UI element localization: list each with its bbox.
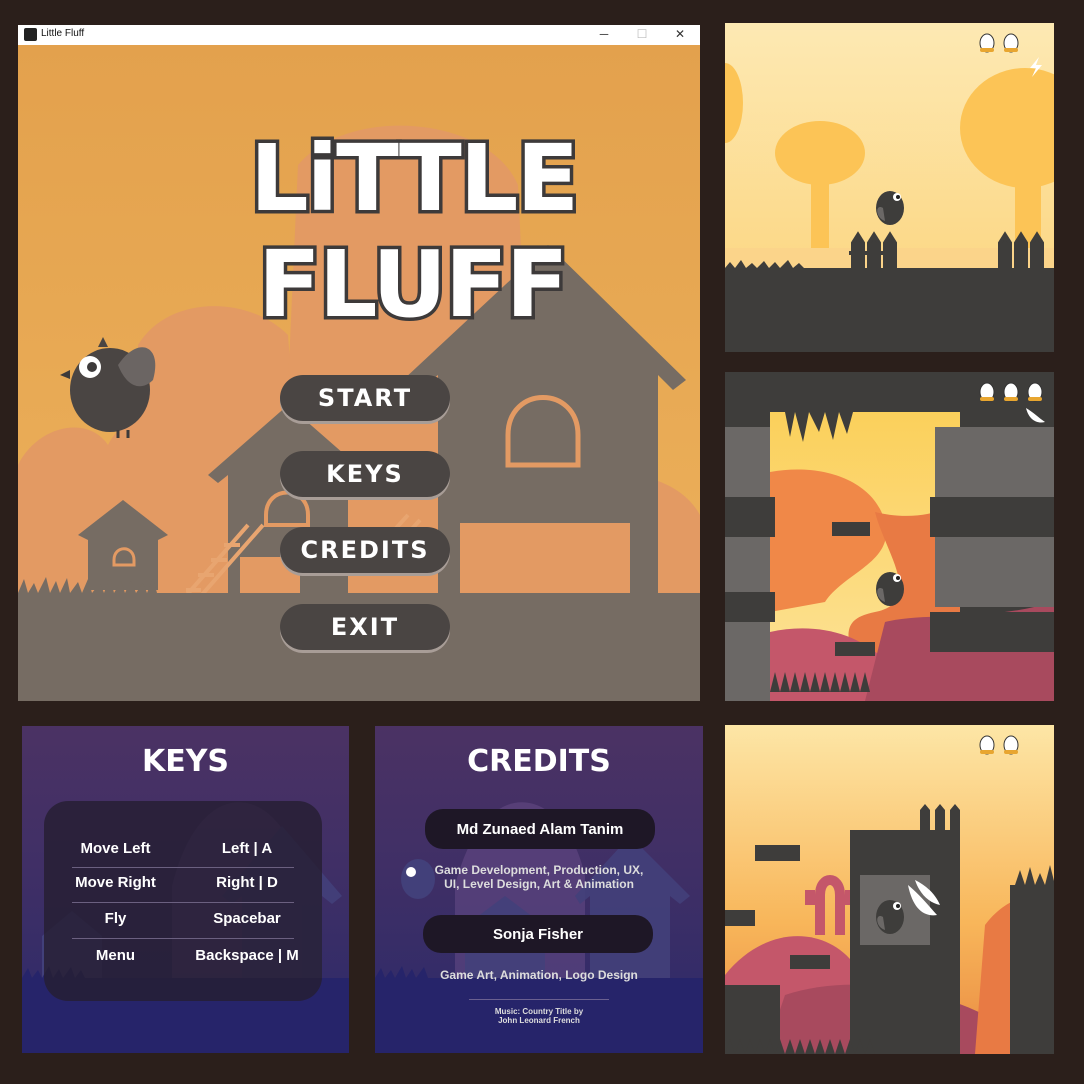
level-screenshot-3 <box>725 725 1054 1054</box>
wing-icon <box>1023 404 1047 426</box>
music-credit-line2: John Leonard French <box>498 1016 580 1025</box>
credit-role-1a: Game Development, Production, UX, <box>434 863 644 877</box>
level-screenshot-2 <box>725 372 1054 701</box>
credits-button[interactable]: CREDITS <box>280 527 450 573</box>
game-logo-line1: LiTTLE <box>246 122 582 236</box>
key-action: Move Left <box>80 840 151 857</box>
credits-divider <box>469 999 609 1000</box>
egg-counter <box>977 733 1025 755</box>
key-row-move-right: Move Right Right | D <box>44 865 322 901</box>
key-binding: Backspace | M <box>195 947 299 964</box>
level-3-scene <box>725 725 1054 1054</box>
egg-counter <box>977 31 1025 53</box>
key-action: Menu <box>95 947 136 964</box>
key-binding: Spacebar <box>213 910 281 927</box>
bird-character-3 <box>876 900 904 934</box>
bird-character-1 <box>876 191 904 225</box>
window-title: Little Fluff <box>41 28 85 39</box>
keys-button[interactable]: KEYS <box>280 451 450 497</box>
key-action: Move Right <box>75 874 156 891</box>
credits-title: CREDITS <box>467 744 611 779</box>
music-credit-line1: Music: Country Title by <box>494 1007 584 1016</box>
level-1-scene <box>725 23 1054 352</box>
minimize-button[interactable]: ─ <box>586 25 622 45</box>
credit-role-1b: UI, Level Design, Art & Animation <box>444 877 634 891</box>
level-screenshot-1 <box>725 23 1054 352</box>
game-logo-line2: FLUFF <box>255 228 573 342</box>
keys-table: Move Left Left | A Move Right Right | D … <box>44 801 322 1001</box>
key-row-move-left: Move Left Left | A <box>44 831 322 867</box>
close-button[interactable]: ✕ <box>662 25 698 45</box>
key-binding: Right | D <box>216 874 278 891</box>
key-binding: Left | A <box>221 840 273 857</box>
app-icon <box>24 28 37 41</box>
level-2-scene <box>725 372 1054 701</box>
keys-screen: KEYS Move Left Left | A Move Right Right… <box>22 726 349 1053</box>
window-titlebar: Little Fluff ─ ☐ ✕ <box>18 25 700 45</box>
key-action: Fly <box>104 910 127 927</box>
start-button[interactable]: START <box>280 375 450 421</box>
bird-character-2 <box>876 572 904 606</box>
exit-button[interactable]: EXIT <box>280 604 450 650</box>
lightning-icon <box>1025 55 1047 79</box>
main-menu-window: Little Fluff ─ ☐ ✕ LiTTLE FLUFF START KE… <box>18 25 700 701</box>
maximize-button[interactable]: ☐ <box>624 25 660 45</box>
key-row-menu: Menu Backspace | M <box>44 938 322 974</box>
egg-counter <box>977 380 1049 402</box>
credit-role-2: Game Art, Animation, Logo Design <box>440 968 638 982</box>
keys-title: KEYS <box>141 744 230 779</box>
credit-name-2: Sonja Fisher <box>423 915 653 953</box>
key-row-fly: Fly Spacebar <box>44 901 322 937</box>
credits-screen: CREDITS Md Zunaed Alam Tanim Game Develo… <box>375 726 703 1053</box>
menu-scene: LiTTLE FLUFF START KEYS CREDITS EXIT <box>18 45 700 701</box>
credit-name-1: Md Zunaed Alam Tanim <box>425 809 655 849</box>
